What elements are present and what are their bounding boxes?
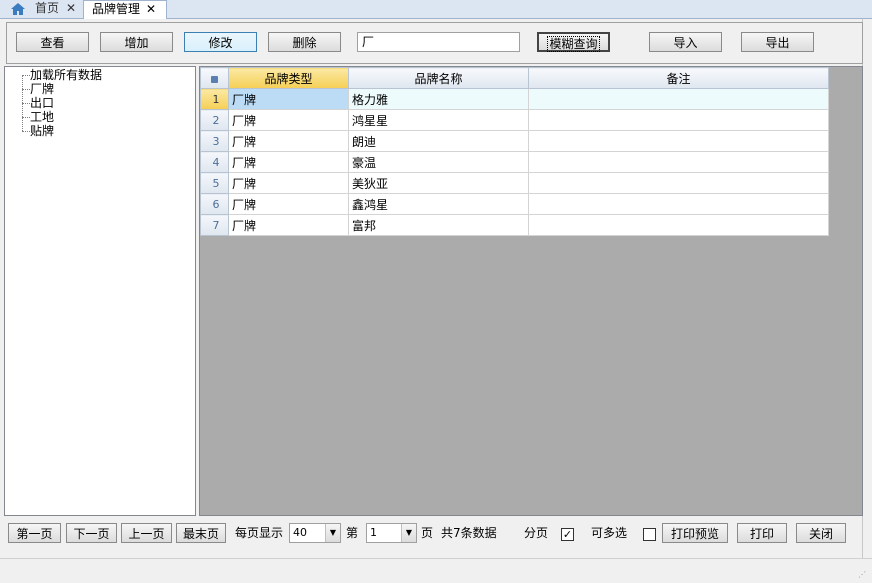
cell-remark[interactable] — [528, 109, 829, 131]
page-select[interactable]: 1 ▼ — [366, 523, 417, 543]
multiselect-label: 可多选 — [591, 526, 628, 540]
table-row[interactable]: 5 厂牌 美狄亚 — [200, 172, 829, 194]
cell-type[interactable]: 厂牌 — [228, 214, 349, 236]
add-button[interactable]: 增加 — [100, 32, 173, 52]
tree-item-export[interactable]: 出口 — [30, 96, 54, 110]
lock-icon — [211, 76, 218, 83]
resize-grip-icon[interactable]: ⋰ — [858, 570, 866, 579]
row-number[interactable]: 2 — [200, 109, 229, 131]
tree-item-factory[interactable]: 厂牌 — [30, 82, 54, 96]
prev-page-button[interactable]: 上一页 — [121, 523, 172, 543]
chevron-down-icon[interactable]: ▼ — [325, 524, 340, 542]
paging-checkbox[interactable]: ✓ — [561, 528, 574, 541]
data-grid-area: 品牌类型 品牌名称 备注 1 厂牌 格力雅 2 厂牌 鸿星星 3 厂牌 朗迪 4… — [199, 66, 863, 516]
status-bar: ⋰ — [0, 558, 872, 583]
last-page-button[interactable]: 最末页 — [176, 523, 226, 543]
window-edge — [862, 19, 872, 559]
row-number[interactable]: 7 — [200, 214, 229, 236]
cell-remark[interactable] — [528, 193, 829, 215]
tree-item-all[interactable]: 加载所有数据 — [30, 68, 102, 82]
cell-remark[interactable] — [528, 130, 829, 152]
print-button[interactable]: 打印 — [737, 523, 787, 543]
delete-button[interactable]: 删除 — [268, 32, 341, 52]
page-suffix-label: 页 — [421, 526, 434, 540]
tree-item-site[interactable]: 工地 — [30, 110, 54, 124]
home-icon — [11, 3, 25, 15]
tab-brand-label: 品牌管理 — [92, 2, 141, 16]
row-number[interactable]: 3 — [200, 130, 229, 152]
column-header-type[interactable]: 品牌类型 — [228, 67, 349, 89]
tab-bar: 首页 ✕ 品牌管理 ✕ — [0, 0, 872, 19]
cell-name[interactable]: 美狄亚 — [348, 172, 529, 194]
cell-name[interactable]: 鸿星星 — [348, 109, 529, 131]
cell-type[interactable]: 厂牌 — [228, 88, 349, 110]
row-number[interactable]: 1 — [200, 88, 229, 110]
print-preview-button[interactable]: 打印预览 — [662, 523, 728, 543]
category-tree: 加载所有数据 厂牌 出口 工地 贴牌 — [4, 66, 196, 516]
tab-home-label: 首页 — [35, 1, 60, 15]
cell-name[interactable]: 格力雅 — [348, 88, 529, 110]
grid-corner[interactable] — [200, 67, 229, 89]
view-button[interactable]: 查看 — [16, 32, 89, 52]
row-number[interactable]: 5 — [200, 172, 229, 194]
cell-type[interactable]: 厂牌 — [228, 130, 349, 152]
cell-name[interactable]: 豪温 — [348, 151, 529, 173]
data-grid: 品牌类型 品牌名称 备注 1 厂牌 格力雅 2 厂牌 鸿星星 3 厂牌 朗迪 4… — [200, 67, 829, 236]
first-page-button[interactable]: 第一页 — [8, 523, 61, 543]
close-icon[interactable]: ✕ — [146, 1, 156, 18]
table-row[interactable]: 4 厂牌 豪温 — [200, 151, 829, 173]
total-count-label: 共7条数据 — [441, 526, 497, 540]
search-input[interactable]: 厂 — [357, 32, 520, 52]
cell-type[interactable]: 厂牌 — [228, 109, 349, 131]
edit-button[interactable]: 修改 — [184, 32, 257, 52]
column-header-name[interactable]: 品牌名称 — [348, 67, 529, 89]
cell-name[interactable]: 朗迪 — [348, 130, 529, 152]
paging-label: 分页 — [524, 526, 549, 540]
table-row[interactable]: 1 厂牌 格力雅 — [200, 88, 829, 110]
close-button[interactable]: 关闭 — [796, 523, 846, 543]
next-page-button[interactable]: 下一页 — [66, 523, 117, 543]
page-prefix-label: 第 — [346, 526, 359, 540]
close-icon[interactable]: ✕ — [66, 0, 76, 17]
cell-type[interactable]: 厂牌 — [228, 193, 349, 215]
cell-remark[interactable] — [528, 151, 829, 173]
cell-name[interactable]: 富邦 — [348, 214, 529, 236]
fuzzy-search-button[interactable]: 模糊查询 — [537, 32, 610, 52]
table-row[interactable]: 3 厂牌 朗迪 — [200, 130, 829, 152]
row-number[interactable]: 4 — [200, 151, 229, 173]
cell-name[interactable]: 鑫鸿星 — [348, 193, 529, 215]
column-header-remark[interactable]: 备注 — [528, 67, 829, 89]
multiselect-checkbox[interactable] — [643, 528, 656, 541]
per-page-label: 每页显示 — [235, 526, 284, 540]
chevron-down-icon[interactable]: ▼ — [401, 524, 416, 542]
per-page-select[interactable]: 40 ▼ — [289, 523, 341, 543]
tree-item-oem[interactable]: 贴牌 — [30, 124, 54, 138]
table-row[interactable]: 7 厂牌 富邦 — [200, 214, 829, 236]
tab-home[interactable]: 首页 ✕ — [2, 0, 82, 18]
cell-remark[interactable] — [528, 214, 829, 236]
tab-brand-management[interactable]: 品牌管理 ✕ — [83, 0, 167, 19]
grid-header-row: 品牌类型 品牌名称 备注 — [200, 67, 829, 89]
import-button[interactable]: 导入 — [649, 32, 722, 52]
table-row[interactable]: 2 厂牌 鸿星星 — [200, 109, 829, 131]
cell-type[interactable]: 厂牌 — [228, 172, 349, 194]
cell-remark[interactable] — [528, 172, 829, 194]
export-button[interactable]: 导出 — [741, 32, 814, 52]
cell-type[interactable]: 厂牌 — [228, 151, 349, 173]
cell-remark[interactable] — [528, 88, 829, 110]
row-number[interactable]: 6 — [200, 193, 229, 215]
table-row[interactable]: 6 厂牌 鑫鸿星 — [200, 193, 829, 215]
